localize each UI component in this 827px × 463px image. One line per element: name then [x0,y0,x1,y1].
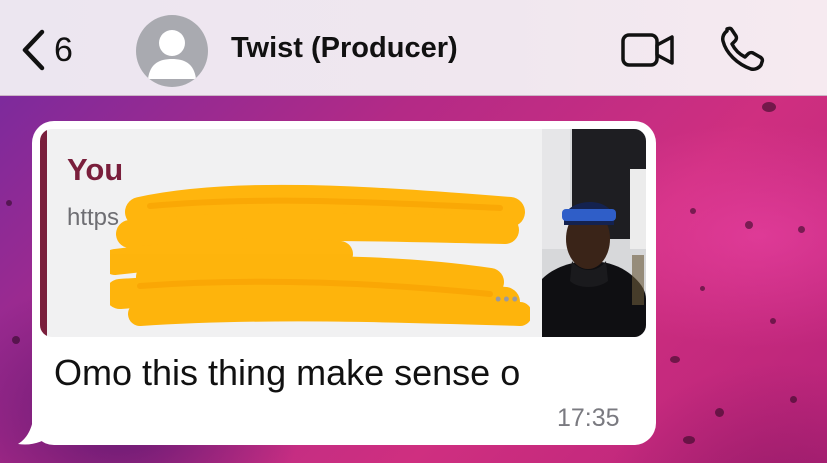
video-camera-icon [621,33,674,67]
redaction-scribble [110,184,530,326]
wallpaper-speck [683,436,695,444]
contact-name[interactable]: Twist (Producer) [231,32,458,65]
quoted-message[interactable]: You https ••• [40,129,646,337]
video-call-button[interactable] [620,30,676,75]
phone-icon [721,26,765,71]
message-text: Omo this thing make sense o [54,352,521,393]
chat-header: 6 Twist (Producer) [0,0,827,96]
link-preview-thumbnail [542,129,646,337]
wallpaper-speck [700,286,705,291]
back-button[interactable]: 6 [20,26,73,74]
truncation-ellipsis: ••• [495,289,520,309]
wallpaper-speck [762,102,776,112]
header-divider [0,95,827,96]
wallpaper-speck [12,336,20,344]
bubble-tail [18,408,52,445]
voice-call-button[interactable] [718,26,768,79]
wallpaper-speck [798,226,805,233]
wallpaper-speck [670,356,680,363]
quote-accent-bar [40,129,47,337]
unread-count: 6 [54,31,73,69]
person-placeholder-icon [148,30,196,79]
wallpaper-speck [745,221,753,229]
wallpaper-speck [715,408,724,417]
wallpaper-speck [770,318,776,324]
wallpaper-speck [790,396,797,403]
avatar[interactable] [136,15,208,87]
chevron-left-icon [20,28,46,72]
message-timestamp: 17:35 [557,404,620,432]
wallpaper-speck [6,200,12,206]
wallpaper-speck [690,208,696,214]
